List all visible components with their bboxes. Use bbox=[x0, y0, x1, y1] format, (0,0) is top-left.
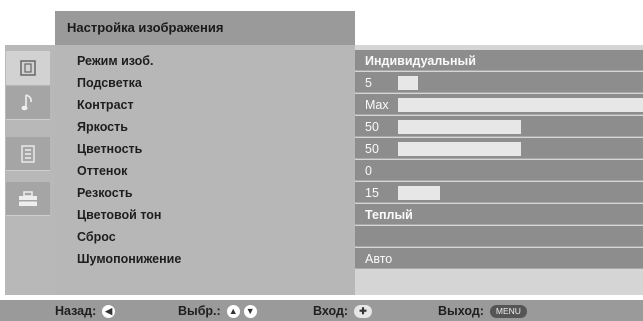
enter-hint-label: Вход: bbox=[313, 304, 349, 318]
enter-hint: Вход: ✚ bbox=[313, 303, 373, 319]
tab-toolbox[interactable] bbox=[6, 182, 50, 216]
setting-value-cell[interactable]: Max bbox=[355, 94, 643, 115]
enter-cross-icon: ✚ bbox=[354, 304, 373, 318]
setting-value: Теплый bbox=[365, 208, 413, 222]
back-hint: Назад: ◀ bbox=[55, 303, 116, 319]
setting-value: 50 bbox=[365, 120, 379, 134]
up-arrow-icon: ▲ bbox=[226, 304, 240, 318]
back-hint-label: Назад: bbox=[55, 304, 97, 318]
setting-level-bar[interactable] bbox=[398, 76, 418, 90]
setting-label: Контраст bbox=[77, 98, 134, 112]
setting-value: Индивидуальный bbox=[365, 54, 476, 68]
setting-row[interactable]: Цветность 50 bbox=[55, 138, 643, 160]
setting-value: Max bbox=[365, 98, 389, 112]
setting-row[interactable]: Подсветка 5 bbox=[55, 72, 643, 94]
setting-value-cell[interactable]: 50 bbox=[355, 116, 643, 137]
setting-value-cell[interactable]: Теплый bbox=[355, 204, 643, 225]
setting-value-cell[interactable] bbox=[355, 226, 643, 247]
setting-value: 5 bbox=[365, 76, 372, 90]
setting-value: Авто bbox=[365, 252, 393, 266]
setting-label: Подсветка bbox=[77, 76, 142, 90]
select-hint: Выбр.: ▲ ▼ bbox=[178, 303, 257, 319]
setting-level-bar[interactable] bbox=[398, 186, 440, 200]
setting-level-bar[interactable] bbox=[398, 142, 521, 156]
setting-label: Оттенок bbox=[77, 164, 128, 178]
setting-label: Яркость bbox=[77, 120, 128, 134]
setting-value: 0 bbox=[365, 164, 372, 178]
setting-row[interactable]: Яркость 50 bbox=[55, 116, 643, 138]
picture-icon bbox=[20, 59, 36, 76]
exit-hint-label: Выход: bbox=[438, 304, 484, 318]
setting-value: 15 bbox=[365, 186, 379, 200]
tab-settings[interactable] bbox=[6, 137, 50, 171]
picture-settings-menu: Настройка изображения Режим изоб. Индиви… bbox=[0, 0, 643, 321]
button-guide-bar: Назад: ◀ Выбр.: ▲ ▼ Вход: ✚ Выход: MENU bbox=[0, 300, 643, 321]
setting-label: Шумопонижение bbox=[77, 252, 182, 266]
setting-row[interactable]: Цветовой тон Теплый bbox=[55, 204, 643, 226]
setting-row[interactable]: Оттенок 0 bbox=[55, 160, 643, 182]
tab-picture[interactable] bbox=[6, 51, 50, 85]
setting-value: 50 bbox=[365, 142, 379, 156]
sound-note-icon bbox=[20, 93, 36, 113]
setting-label: Цветность bbox=[77, 142, 143, 156]
toolbox-icon bbox=[18, 190, 38, 207]
setting-label: Резкость bbox=[77, 186, 133, 200]
setting-row[interactable]: Контраст Max bbox=[55, 94, 643, 116]
menu-key-icon: MENU bbox=[489, 304, 527, 318]
setting-row[interactable]: Резкость 15 bbox=[55, 182, 643, 204]
select-hint-label: Выбр.: bbox=[178, 304, 221, 318]
setting-value-cell[interactable]: 50 bbox=[355, 138, 643, 159]
down-arrow-icon: ▼ bbox=[243, 304, 257, 318]
menu-title: Настройка изображения bbox=[55, 11, 355, 45]
setting-row[interactable]: Режим изоб. Индивидуальный bbox=[55, 50, 643, 72]
setting-row[interactable]: Шумопонижение Авто bbox=[55, 248, 643, 270]
tab-sound[interactable] bbox=[6, 86, 50, 120]
setting-label: Цветовой тон bbox=[77, 208, 162, 222]
left-arrow-icon: ◀ bbox=[102, 304, 116, 318]
setting-value-cell[interactable]: 5 bbox=[355, 72, 643, 93]
setting-value-cell[interactable]: 15 bbox=[355, 182, 643, 203]
setting-label: Режим изоб. bbox=[77, 54, 154, 68]
setting-value-cell[interactable]: Индивидуальный bbox=[355, 50, 643, 71]
setting-value-cell[interactable]: 0 bbox=[355, 160, 643, 181]
setting-level-bar[interactable] bbox=[398, 120, 521, 134]
setting-row[interactable]: Сброс bbox=[55, 226, 643, 248]
setting-value-cell[interactable]: Авто bbox=[355, 248, 643, 269]
settings-list-icon bbox=[21, 144, 35, 163]
exit-hint: Выход: MENU bbox=[438, 303, 527, 319]
setting-level-bar[interactable] bbox=[398, 98, 643, 112]
setting-label: Сброс bbox=[77, 230, 116, 244]
